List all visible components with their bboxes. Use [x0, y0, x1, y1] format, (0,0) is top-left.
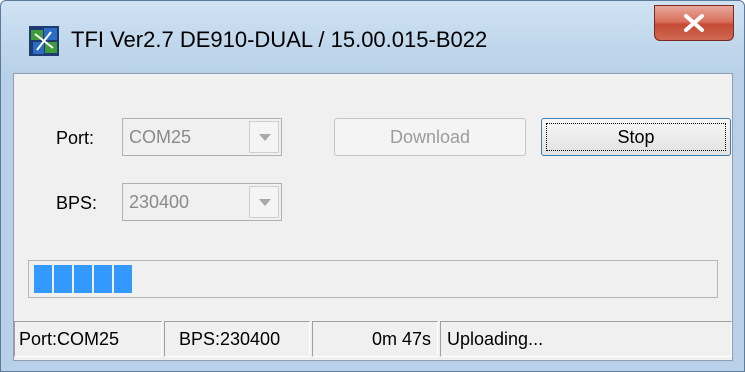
download-button[interactable]: Download: [334, 118, 526, 156]
close-icon: [684, 14, 704, 32]
progress-segment: [114, 265, 132, 293]
bps-label: BPS:: [56, 193, 98, 213]
progress-segment: [74, 265, 92, 293]
progress-segment: [34, 265, 52, 293]
port-label: Port:: [56, 128, 95, 148]
bps-dropdown-button[interactable]: [249, 186, 279, 218]
progress-segment: [54, 265, 72, 293]
port-select[interactable]: COM25: [122, 118, 282, 156]
bps-select[interactable]: 230400: [122, 183, 282, 221]
title-bar[interactable]: TFI Ver2.7 DE910-DUAL / 15.00.015-B022: [1, 1, 744, 73]
port-dropdown-button[interactable]: [249, 121, 279, 153]
status-elapsed: 0m 47s: [312, 321, 438, 357]
stop-button[interactable]: Stop: [541, 118, 731, 156]
chevron-down-icon: [259, 199, 271, 206]
status-bar: Port:COM25 BPS:230400 0m 47s Uploading..…: [14, 317, 732, 360]
app-window: TFI Ver2.7 DE910-DUAL / 15.00.015-B022 P…: [0, 0, 745, 372]
close-button[interactable]: [654, 5, 734, 41]
port-select-value: COM25: [129, 127, 192, 147]
bps-select-value: 230400: [129, 192, 190, 212]
window-title: TFI Ver2.7 DE910-DUAL / 15.00.015-B022: [71, 27, 488, 52]
progress-bar: [28, 260, 718, 298]
app-icon: [29, 26, 59, 56]
status-port: Port:COM25: [14, 321, 162, 357]
progress-segment: [94, 265, 112, 293]
status-bps: BPS:230400: [164, 321, 310, 357]
stop-button-label: Stop: [617, 127, 655, 147]
main-panel: Port: COM25 BPS: 230400 Download Stop Po…: [13, 73, 733, 361]
chevron-down-icon: [259, 134, 271, 141]
status-text: Uploading...: [440, 321, 732, 357]
